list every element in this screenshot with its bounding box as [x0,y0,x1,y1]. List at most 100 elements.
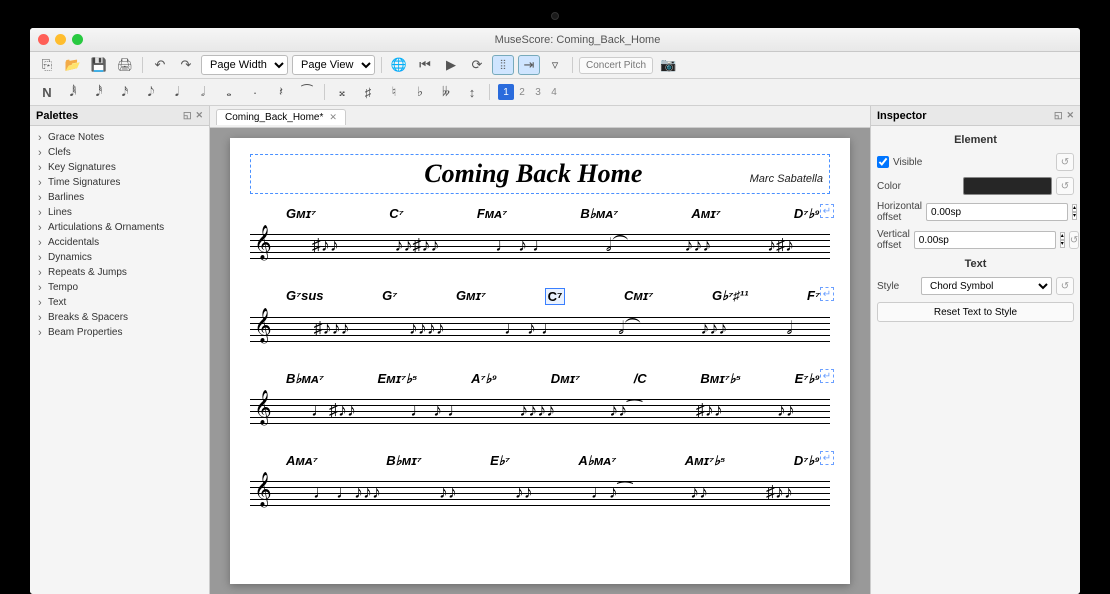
chord-symbol-selected[interactable]: C⁷ [545,288,566,305]
metronome-icon[interactable]: ▿ [544,55,566,75]
text-style-select[interactable]: Chord Symbol [921,277,1052,295]
page-viewport[interactable]: Coming Back Home Marc Sabatella Gᴍɪ⁷ C⁷ … [210,128,870,594]
chord-symbol[interactable]: B♭ᴍᴀ⁷ [580,206,618,222]
system-break-icon[interactable]: ↵ [820,287,834,301]
spinner[interactable]: ▴▾ [1072,204,1077,220]
sharp-icon[interactable]: ♯ [357,82,379,102]
chord-symbol[interactable]: C⁷ [389,206,403,222]
chord-symbol[interactable]: Fᴍᴀ⁷ [477,206,507,222]
chord-symbol[interactable]: Cᴍɪ⁷ [624,288,653,305]
zoom-select[interactable]: Page Width [201,55,288,75]
concert-pitch-button[interactable]: Concert Pitch [579,57,653,74]
palette-item[interactable]: Accidentals [30,235,209,250]
chord-symbol[interactable]: Aᴍɪ⁷ [691,206,720,222]
chord-symbol[interactable]: Dᴍɪ⁷ [551,371,580,387]
palette-item[interactable]: Beam Properties [30,325,209,340]
palette-item[interactable]: Articulations & Ornaments [30,220,209,235]
chord-symbol[interactable]: D⁷♭⁹ [794,453,820,469]
system-break-icon[interactable]: ↵ [820,369,834,383]
chord-symbol[interactable]: B♭ᴍɪ⁷ [386,453,421,469]
close-panel-icon[interactable]: ✕ [195,110,203,121]
palette-item[interactable]: Tempo [30,280,209,295]
duration-64th-icon[interactable]: 𝅘𝅥𝅱 [62,82,84,102]
tie-icon[interactable]: ⁀ [296,82,318,102]
play-icon[interactable]: ▶ [440,55,462,75]
view-mode-select[interactable]: Page View [292,55,375,75]
voice-4-button[interactable]: 4 [546,84,562,100]
staff[interactable]: ↵ 𝄞 ♩♯♪♪♩ ♪ ♩♪♪♪♪♪♪⁀♯♪♪♪♪ [250,389,830,431]
duration-half-icon[interactable]: 𝅗𝅥 [192,82,214,102]
v-offset-input[interactable] [914,231,1056,249]
chord-symbol[interactable]: G⁷sus [286,288,324,305]
staff[interactable]: ↵ 𝄞 ♩ ♩♪♪♪♪♪♪♪♩♪⁀♪♪♯♪♪ [250,471,830,513]
palette-item[interactable]: Clefs [30,145,209,160]
play-repeats-icon[interactable]: ⦙⦙ [492,55,514,75]
open-file-icon[interactable]: 📂 [62,55,84,75]
midi-input-icon[interactable]: 🌐 [388,55,410,75]
song-title[interactable]: Coming Back Home [317,159,750,189]
score-page[interactable]: Coming Back Home Marc Sabatella Gᴍɪ⁷ C⁷ … [230,138,850,584]
chord-symbol[interactable]: Aᴍᴀ⁷ [286,453,318,469]
close-window-icon[interactable] [38,34,49,45]
document-tab[interactable]: Coming_Back_Home* ✕ [216,109,346,125]
double-flat-icon[interactable]: 𝄫 [435,82,457,102]
staff[interactable]: ↵ 𝄞 ♯♪♪♪♪♯♪♪♩ ♪ ♩𝅗𝅥⁀♪♪♪♪♯♪ [250,224,830,266]
flat-icon[interactable]: ♭ [409,82,431,102]
duration-8th-icon[interactable]: 𝅘𝅥𝅮 [140,82,162,102]
reset-icon[interactable]: ↺ [1056,177,1074,195]
close-tab-icon[interactable]: ✕ [329,112,337,123]
loop-icon[interactable]: ⟳ [466,55,488,75]
duration-whole-icon[interactable]: 𝅝 [218,82,240,102]
title-frame[interactable]: Coming Back Home Marc Sabatella [250,154,830,194]
palette-item[interactable]: Breaks & Spacers [30,310,209,325]
pan-icon[interactable]: ⇥ [518,55,540,75]
chord-symbol[interactable]: Bᴍɪ⁷♭⁵ [700,371,741,387]
chord-symbol[interactable]: A⁷♭⁹ [471,371,497,387]
minimize-window-icon[interactable] [55,34,66,45]
note-input-mode-icon[interactable]: N [36,82,58,102]
palette-item[interactable]: Lines [30,205,209,220]
duration-32nd-icon[interactable]: 𝅘𝅥𝅰 [88,82,110,102]
save-file-icon[interactable]: 💾 [88,55,110,75]
palette-item[interactable]: Time Signatures [30,175,209,190]
chord-symbol[interactable]: D⁷♭⁹ [794,206,820,222]
palette-item[interactable]: Key Signatures [30,160,209,175]
chord-symbol[interactable]: Aᴍɪ⁷♭⁵ [685,453,726,469]
double-sharp-icon[interactable]: 𝄪 [331,82,353,102]
h-offset-input[interactable] [926,203,1068,221]
flip-direction-icon[interactable]: ↕ [461,82,483,102]
redo-icon[interactable]: ↷ [175,55,197,75]
reset-icon[interactable]: ↺ [1069,231,1079,249]
system-break-icon[interactable]: ↵ [820,451,834,465]
duration-16th-icon[interactable]: 𝅘𝅥𝅯 [114,82,136,102]
duration-dot-icon[interactable]: · [244,82,266,102]
reset-icon[interactable]: ↺ [1056,153,1074,171]
palette-item[interactable]: Dynamics [30,250,209,265]
chord-symbol[interactable]: G⁷ [382,288,397,305]
palette-item[interactable]: Grace Notes [30,130,209,145]
close-panel-icon[interactable]: ✕ [1066,110,1074,121]
chord-symbol[interactable]: E♭⁷ [490,453,510,469]
chord-symbol[interactable]: G♭⁷♯¹¹ [712,288,748,305]
color-picker[interactable] [963,177,1052,195]
visible-checkbox[interactable] [877,156,889,168]
chord-symbol[interactable]: B♭ᴍᴀ⁷ [286,371,324,387]
undock-icon[interactable]: ◱ [183,110,192,121]
maximize-window-icon[interactable] [72,34,83,45]
duration-quarter-icon[interactable]: 𝅘𝅥 [166,82,188,102]
new-file-icon[interactable]: ⎘ [36,55,58,75]
reset-text-to-style-button[interactable]: Reset Text to Style [877,302,1074,322]
print-icon[interactable]: 🖨 [114,55,136,75]
staff[interactable]: ↵ 𝄞 ♯♪♪♪♪♪♪♪♩ ♪ ♩𝅗𝅥⁀♪♪♪𝅗𝅥 [250,307,830,349]
chord-symbol[interactable]: F⁷ [807,288,820,305]
voice-3-button[interactable]: 3 [530,84,546,100]
chord-symbol[interactable]: Eᴍɪ⁷♭⁵ [377,371,417,387]
chord-symbol[interactable]: E⁷♭⁹ [795,371,820,387]
undock-icon[interactable]: ◱ [1054,110,1063,121]
composer-text[interactable]: Marc Sabatella [750,173,823,185]
reset-icon[interactable]: ↺ [1056,277,1074,295]
voice-2-button[interactable]: 2 [514,84,530,100]
undo-icon[interactable]: ↶ [149,55,171,75]
spinner[interactable]: ▴▾ [1060,232,1065,248]
system-break-icon[interactable]: ↵ [820,204,834,218]
